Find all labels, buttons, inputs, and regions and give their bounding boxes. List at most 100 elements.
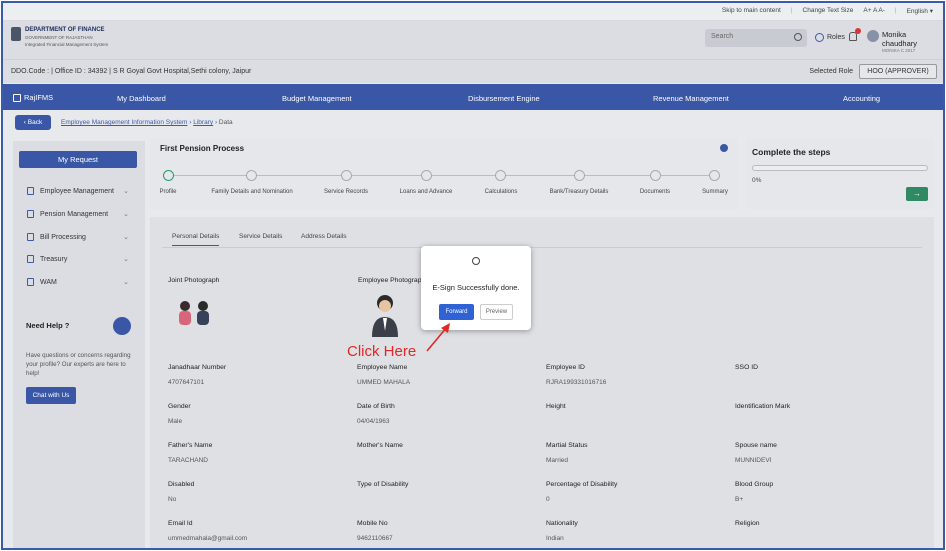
avatar[interactable]	[867, 30, 879, 42]
home-link[interactable]: RajIFMS	[13, 93, 53, 102]
sidebar-item-label: WAM	[40, 278, 57, 286]
chevron-down-icon: ⌄	[123, 256, 129, 263]
my-request-button[interactable]: My Request	[19, 151, 137, 168]
field-label: Religion	[735, 520, 760, 527]
tab-service-details[interactable]: Service Details	[239, 233, 282, 240]
emblem-logo	[11, 27, 21, 41]
breadcrumb: ‹ Back Employee Management Information S…	[3, 111, 943, 135]
field-label: Employee ID	[546, 364, 585, 371]
field-label: Blood Group	[735, 481, 774, 488]
language-select[interactable]: English ▾	[907, 7, 933, 15]
field-value: 04/04/1963	[357, 418, 390, 425]
field-value: Married	[546, 457, 569, 464]
tab-personal-details[interactable]: Personal Details	[172, 233, 220, 246]
field-value: B+	[735, 496, 744, 503]
step-family-dot[interactable]	[246, 170, 257, 181]
field-value: Male	[168, 418, 183, 425]
sidebar-item-employee-management[interactable]: Employee Management ⌄	[27, 187, 129, 195]
field-label: Gender	[168, 403, 191, 410]
notification-bell-icon[interactable]	[849, 28, 861, 41]
language-label: English	[906, 8, 928, 15]
complete-steps-title: Complete the steps	[752, 147, 831, 157]
header: DEPARTMENT OF FINANCE GOVERNMENT OF RAJA…	[3, 21, 943, 59]
separator: |	[894, 7, 897, 14]
field-label: Type of Disability	[357, 481, 409, 488]
user-name: Monika chaudhary	[882, 30, 918, 48]
field-label: Email Id	[168, 520, 193, 527]
field-value: Indian	[546, 535, 564, 542]
field-label: Father's Name	[168, 442, 213, 449]
field-label: SSO ID	[735, 364, 759, 371]
employee-photograph	[372, 295, 398, 337]
preview-button[interactable]: Preview	[480, 304, 513, 320]
chevron-down-icon: ⌄	[123, 188, 129, 195]
help-text: Have questions or concerns regarding you…	[26, 352, 131, 377]
search-input[interactable]: Search	[705, 29, 807, 47]
step-label: Bank/Treasury Details	[549, 189, 609, 195]
search-icon[interactable]	[794, 33, 802, 41]
sidebar-item-bill-processing[interactable]: Bill Processing ⌄	[27, 233, 129, 241]
need-help-heading: Need Help ?	[26, 321, 70, 330]
user-menu[interactable]: Monika chaudhary MONIKA C 2017	[882, 30, 943, 53]
text-size-controls[interactable]: A+ A A-	[863, 7, 885, 15]
roles-button[interactable]: Roles	[815, 33, 845, 42]
joint-photo-label: Joint Photograph	[168, 277, 220, 284]
step-documents-dot[interactable]	[650, 170, 661, 181]
change-text-size-link[interactable]: Change Text Size	[803, 7, 854, 15]
step-label: Calculations	[484, 189, 518, 195]
field-label: Mother's Name	[357, 442, 403, 449]
field-value: TARACHAND	[168, 457, 208, 464]
sidebar-item-wam[interactable]: WAM ⌄	[27, 278, 129, 286]
app-window: Skip to main content | Change Text Size …	[1, 1, 945, 550]
tab-divider	[162, 247, 922, 248]
sidebar-item-label: Pension Management	[40, 210, 109, 218]
home-label: RajIFMS	[24, 93, 54, 102]
forward-button[interactable]: Forward	[439, 304, 474, 320]
nav-item-accounting[interactable]: Accounting	[843, 94, 880, 103]
breadcrumb-emis[interactable]: Employee Management Information System	[61, 119, 187, 126]
back-button[interactable]: ‹ Back	[15, 115, 51, 130]
field-value: MUNNIDEVI	[735, 457, 772, 464]
breadcrumb-library[interactable]: Library	[193, 119, 213, 126]
skip-link[interactable]: Skip to main content	[722, 7, 781, 15]
field-label: Mobile No	[357, 520, 388, 527]
employee-photo-label: Employee Photograph	[358, 277, 426, 284]
nav-item-disbursement[interactable]: Disbursement Engine	[468, 94, 540, 103]
selected-role-label: Selected Role	[809, 68, 853, 75]
document-icon	[27, 187, 34, 195]
separator: |	[790, 7, 793, 14]
field-value: 0	[546, 496, 550, 503]
field-value: 9462110667	[357, 535, 393, 542]
field-value: UMMED MAHALA	[357, 379, 411, 386]
brand: DEPARTMENT OF FINANCE GOVERNMENT OF RAJA…	[25, 27, 108, 48]
field-value: No	[168, 496, 177, 503]
brand-line3: Integrated Financial Management System	[25, 42, 109, 47]
info-icon[interactable]	[720, 144, 728, 152]
chat-button[interactable]: Chat with Us	[26, 387, 76, 404]
nav-item-revenue[interactable]: Revenue Management	[653, 94, 729, 103]
step-service-dot[interactable]	[341, 170, 352, 181]
chat-bubble-icon	[113, 317, 131, 335]
pension-process-card: First Pension Process Profile Family Det…	[150, 139, 738, 209]
field-value: RJRA199331016716	[546, 379, 607, 386]
utility-bar: Skip to main content | Change Text Size …	[3, 3, 943, 21]
field-label: Identification Mark	[735, 403, 791, 410]
user-role: MONIKA C 2017	[882, 48, 916, 53]
sidebar-item-pension-management[interactable]: Pension Management ⌄	[27, 210, 129, 218]
step-calculations-dot[interactable]	[495, 170, 506, 181]
nav-item-dashboard[interactable]: My Dashboard	[117, 94, 166, 103]
step-bank-dot[interactable]	[574, 170, 585, 181]
step-loans-dot[interactable]	[421, 170, 432, 181]
tab-address-details[interactable]: Address Details	[301, 233, 347, 240]
search-placeholder: Search	[711, 33, 734, 40]
sidebar-item-treasury[interactable]: Treasury ⌄	[27, 255, 129, 263]
next-arrow-button[interactable]: →	[906, 187, 928, 201]
field-label: Employee Name	[357, 364, 408, 371]
step-summary-dot[interactable]	[709, 170, 720, 181]
nav-item-budget[interactable]: Budget Management	[282, 94, 352, 103]
field-label: Spouse name	[735, 442, 777, 449]
field-label: Disabled	[168, 481, 195, 488]
progress-percent: 0%	[752, 177, 762, 184]
step-profile-dot[interactable]	[163, 170, 174, 181]
selected-role-dropdown[interactable]: HOO (APPROVER)	[859, 64, 937, 79]
